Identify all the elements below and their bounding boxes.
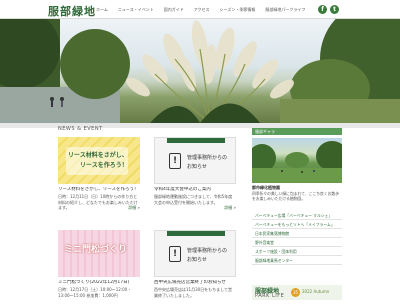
- nav-guide[interactable]: 園内ガイド: [164, 7, 184, 13]
- banner-subtitle: PARK LIFE: [255, 293, 285, 299]
- pampas-grass-photo: [0, 19, 400, 123]
- notice-image-text-1: 管理事務所からの: [187, 155, 228, 161]
- nav-news[interactable]: ニュース・イベント: [118, 7, 154, 13]
- main-nav: ホーム ニュース・イベント 園内ガイド アクセス シーズン・季節情報 服部緑地パ…: [96, 7, 305, 13]
- wreath-image-text-2: リースを作ろう！: [80, 162, 128, 169]
- banner-season: 2022 Autumn: [302, 289, 330, 294]
- garden-photo[interactable]: [252, 138, 342, 183]
- kadomatsu-image-text: ミニ門松づくり: [64, 245, 128, 255]
- wreath-event-image: リース材料をさがし、 リースを作ろう！: [58, 137, 140, 184]
- twitter-icon[interactable]: t: [330, 5, 339, 14]
- exclamation-icon: !: [169, 246, 181, 262]
- card-body: 日時：12月17日（土）10:00〜12:00・13:00〜15:00 参加費：…: [58, 287, 132, 298]
- site-header: 服部緑地 ホーム ニュース・イベント 園内ガイド アクセス シーズン・季節情報 …: [0, 0, 400, 19]
- news-card-wreath[interactable]: リース材料をさがし、 リースを作ろう！ リース材料をさがし、リースを作ろう！ 日…: [58, 137, 140, 211]
- sidebar-link-riding[interactable]: 服部緑地乗馬センター: [252, 256, 342, 265]
- sidebar-link-folk-museum[interactable]: 日本民家集落博物館: [252, 229, 342, 238]
- news-card-notice-1[interactable]: ! 管理事務所からの お知らせ 令和4年度大会申込のご案内 服部緑地運動施設につ…: [154, 137, 236, 211]
- card-more-link[interactable]: 詳細 »: [224, 205, 236, 211]
- sidebar-link-bbq[interactable]: バーベキュー広場「バーベキュー マルシェ」: [252, 211, 342, 220]
- exclamation-icon: !: [169, 153, 181, 169]
- notice-image: ! 管理事務所からの お知らせ: [154, 137, 236, 184]
- notice-image: ! 管理事務所からの お知らせ: [154, 230, 236, 277]
- hero-image: [0, 19, 400, 123]
- nav-access[interactable]: アクセス: [194, 7, 210, 13]
- card-body: 西中央広場売店は11月30日をもちまして営業終了いたしました。: [154, 287, 233, 298]
- news-section-title: NEWS & EVENT: [58, 126, 103, 132]
- sidebar-text: 四季折々の美しい緑に包まれて、ここち良くお散歩をお楽しみいただける植物園。: [252, 191, 340, 201]
- wreath-image-text-1: リース材料をさがし、: [68, 152, 128, 159]
- notice-image-text-2: お知らせ: [187, 257, 207, 263]
- sidebar-heading: 服部ギャラ: [252, 128, 342, 135]
- sidebar-link-bbq-more[interactable]: バーベキューをもっとソトへ「メイフラーム」: [252, 220, 342, 229]
- notice-image-text-1: 管理事務所からの: [187, 248, 228, 254]
- card-title[interactable]: 西中央広場売店営業終了のお知らせ: [154, 280, 236, 286]
- news-card-notice-2[interactable]: ! 管理事務所からの お知らせ 西中央広場売店営業終了のお知らせ 西中央広場売店…: [154, 230, 236, 304]
- notice-image-text-2: お知らせ: [187, 164, 207, 170]
- kadomatsu-event-image: ミニ門松づくり: [58, 230, 140, 277]
- nav-home[interactable]: ホーム: [96, 7, 108, 13]
- parklife-banner[interactable]: 服部緑地 PARK LIFE 35 2022 Autumn: [252, 285, 342, 300]
- notice-bar: [167, 231, 225, 236]
- banner-issue-badge: 35: [291, 288, 300, 297]
- facebook-icon[interactable]: f: [318, 5, 327, 14]
- site-logo[interactable]: 服部緑地: [48, 3, 96, 19]
- nav-parklife[interactable]: 服部緑地パークライフ: [265, 7, 305, 13]
- card-title[interactable]: ミニ門松づくり(2022年12月17日): [58, 280, 140, 286]
- card-title[interactable]: 令和4年度大会申込のご案内: [154, 187, 236, 193]
- sidebar-link-music-hall[interactable]: 野外音楽堂: [252, 238, 342, 247]
- card-more-link[interactable]: 詳細 »: [128, 205, 140, 211]
- garden-photo-art: [252, 141, 342, 183]
- sidebar-links: バーベキュー広場「バーベキュー マルシェ」 バーベキューをもっとソトへ「メイフラ…: [252, 211, 342, 265]
- news-card-kadomatsu[interactable]: ミニ門松づくり ミニ門松づくり(2022年12月17日) 日時：12月17日（土…: [58, 230, 140, 304]
- sidebar-link-sports[interactable]: スポーツ施設・団体利用: [252, 247, 342, 256]
- notice-bar: [167, 138, 225, 143]
- nav-season[interactable]: シーズン・季節情報: [220, 7, 256, 13]
- card-title[interactable]: リース材料をさがし、リースを作ろう！: [58, 187, 140, 193]
